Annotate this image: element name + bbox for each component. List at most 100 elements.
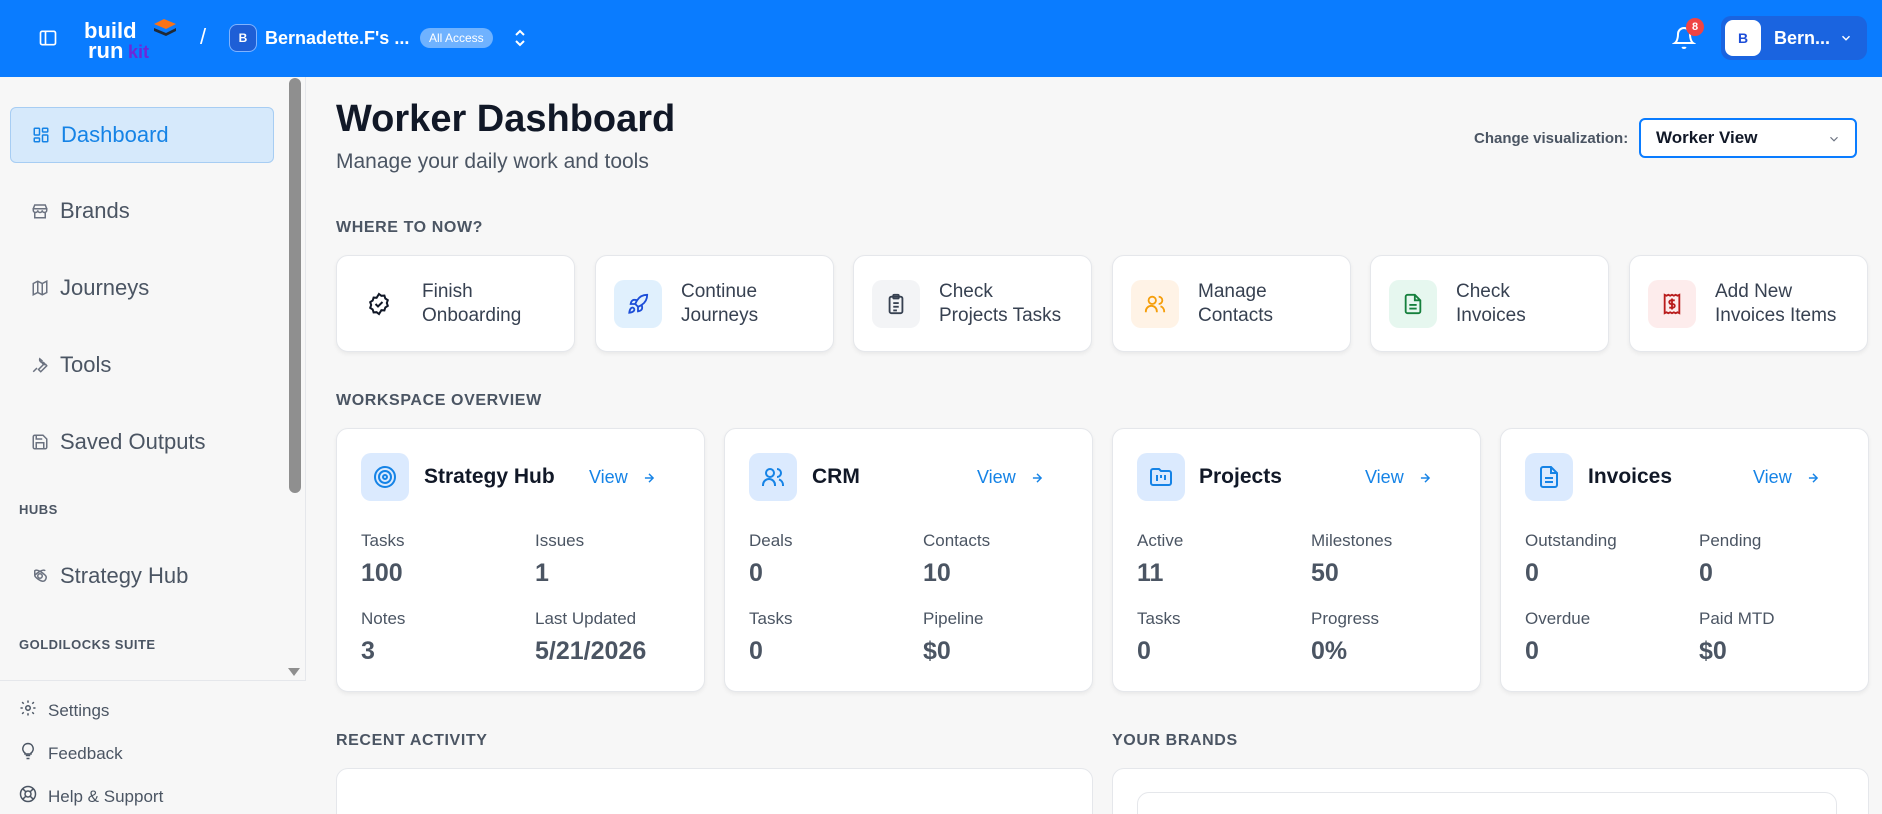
sidebar-item-label: Strategy Hub — [60, 563, 189, 588]
user-name: Bern... — [1774, 27, 1831, 48]
view-link[interactable]: View — [1753, 467, 1820, 488]
sidebar-item-journeys[interactable]: Journeys — [10, 260, 274, 316]
stat-label: Outstanding — [1525, 531, 1617, 550]
sidebar-footer: Settings Feedback Help & Support — [0, 680, 306, 814]
workspace-name[interactable]: Bernadette.F's ... — [265, 28, 409, 49]
users-icon — [1131, 279, 1179, 328]
page-title: Worker Dashboard — [336, 98, 676, 140]
top-bar: build run kit / B Bernadette.F's ... All… — [0, 0, 1882, 77]
sidebar-item-saved-outputs[interactable]: Saved Outputs — [10, 414, 274, 470]
svg-text:run: run — [88, 38, 123, 62]
help-support-label: Help & Support — [48, 786, 164, 806]
overview-card-projects: Projects View Active 11 Milestones 50 Ta… — [1112, 428, 1481, 692]
quick-action-check-invoices[interactable]: Check Invoices — [1370, 255, 1609, 352]
stat-label: Last Updated — [535, 609, 637, 628]
visualization-value: Worker View — [1656, 128, 1758, 147]
stat-label: Pending — [1699, 531, 1762, 550]
view-link[interactable]: View — [977, 467, 1044, 488]
overview-card-strategy-hub: Strategy Hub View Tasks 100 Issues 1 Not… — [336, 428, 705, 692]
settings-link[interactable]: Settings — [19, 699, 109, 722]
sidebar-item-label: Dashboard — [61, 122, 169, 147]
arrow-right-icon — [644, 472, 654, 483]
stat-label: Active — [1137, 531, 1184, 550]
dashboard-icon — [31, 125, 51, 145]
buildrunkit-logo[interactable]: build run kit — [84, 18, 184, 63]
sidebar-toggle-icon[interactable] — [36, 26, 60, 50]
sidebar-item-strategy-hub[interactable]: Strategy Hub — [10, 548, 274, 604]
arrow-right-icon — [1032, 472, 1042, 483]
workspace-avatar[interactable]: B — [229, 24, 257, 52]
stat-label: Tasks — [1137, 609, 1181, 628]
gear-icon — [19, 699, 37, 722]
rocket-icon — [614, 279, 662, 328]
overview-card-crm: CRM View Deals 0 Contacts 10 Tasks 0 Pip… — [724, 428, 1093, 692]
stat-label: Issues — [535, 531, 585, 550]
overview-card-invoices: Invoices View Outstanding 0 Pending 0 Ov… — [1500, 428, 1869, 692]
stat-label: Contacts — [923, 531, 991, 550]
stat-value: 0 — [1699, 559, 1713, 587]
avatar: B — [1725, 20, 1761, 56]
sidebar-item-dashboard[interactable]: Dashboard — [10, 107, 274, 163]
lifebuoy-icon — [19, 785, 37, 808]
visualization-select[interactable]: Worker View — [1639, 118, 1857, 158]
chevron-down-icon — [1839, 31, 1853, 50]
stat-label: Milestones — [1311, 531, 1393, 550]
card-title: CRM — [812, 465, 860, 488]
sidebar-item-label: Saved Outputs — [60, 429, 206, 454]
sidebar-item-tools[interactable]: Tools — [10, 337, 274, 393]
where-to-now-heading: WHERE TO NOW? — [336, 219, 484, 236]
save-icon — [30, 432, 50, 452]
wrench-icon — [30, 355, 50, 375]
card-title: Invoices — [1588, 465, 1673, 488]
sidebar-item-label: Brands — [60, 198, 130, 223]
stat-value: 50 — [1311, 559, 1339, 587]
stat-label: Paid MTD — [1699, 609, 1775, 628]
card-title: Projects — [1199, 465, 1282, 488]
your-brands-heading: YOUR BRANDS — [1112, 732, 1238, 749]
quick-action-manage-contacts[interactable]: Manage Contacts — [1112, 255, 1351, 352]
feedback-label: Feedback — [48, 743, 123, 763]
stat-label: Progress — [1311, 609, 1380, 628]
quick-action-label: Manage Contacts — [1198, 280, 1273, 326]
stat-value: 0% — [1311, 637, 1348, 665]
help-support-link[interactable]: Help & Support — [19, 785, 163, 808]
quick-action-label: Finish Onboarding — [422, 280, 522, 326]
sidebar-section-hubs: HUBS — [19, 502, 58, 517]
stat-value: 0 — [1525, 637, 1539, 665]
view-link[interactable]: View — [1365, 467, 1432, 488]
page-subtitle: Manage your daily work and tools — [336, 150, 649, 173]
stat-label: Tasks — [361, 531, 405, 550]
stat-label: Notes — [361, 609, 406, 628]
stat-value: 0 — [1137, 637, 1151, 665]
quick-action-check-projects-tasks[interactable]: Check Projects Tasks — [853, 255, 1092, 352]
badge-check-icon — [355, 279, 403, 328]
sidebar: Dashboard Brands Journeys Tools Saved Ou… — [0, 77, 306, 814]
stat-value: 100 — [361, 559, 403, 587]
quick-action-finish-onboarding[interactable]: Finish Onboarding — [336, 255, 575, 352]
users-icon — [749, 453, 797, 501]
arrow-right-icon — [1808, 472, 1818, 483]
file-text-icon — [1525, 453, 1573, 501]
feedback-link[interactable]: Feedback — [19, 742, 123, 765]
user-menu-button[interactable]: B Bern... — [1721, 16, 1867, 60]
sidebar-item-brands[interactable]: Brands — [10, 183, 274, 239]
quick-action-continue-journeys[interactable]: Continue Journeys — [595, 255, 834, 352]
sidebar-section-goldilocks: GOLDILOCKS SUITE — [19, 637, 156, 652]
stat-value: $0 — [923, 637, 951, 665]
brand-list-item[interactable] — [1137, 792, 1837, 814]
stat-value: 0 — [749, 559, 763, 587]
target-icon — [361, 453, 409, 501]
quick-action-label: Check Projects Tasks — [939, 280, 1062, 326]
recent-activity-heading: RECENT ACTIVITY — [336, 732, 488, 749]
stat-label: Deals — [749, 531, 793, 550]
stat-label: Tasks — [749, 609, 793, 628]
quick-action-add-new-invoices-items[interactable]: Add New Invoices Items — [1629, 255, 1868, 352]
stat-label: Pipeline — [923, 609, 984, 628]
stat-value: 3 — [361, 637, 375, 665]
view-link[interactable]: View — [589, 467, 656, 488]
sidebar-scrollbar-thumb[interactable] — [289, 78, 301, 493]
workspace-switch-icon[interactable] — [512, 28, 528, 48]
stat-label: Overdue — [1525, 609, 1591, 628]
breadcrumb-separator: / — [200, 24, 207, 49]
stat-value: 0 — [1525, 559, 1539, 587]
